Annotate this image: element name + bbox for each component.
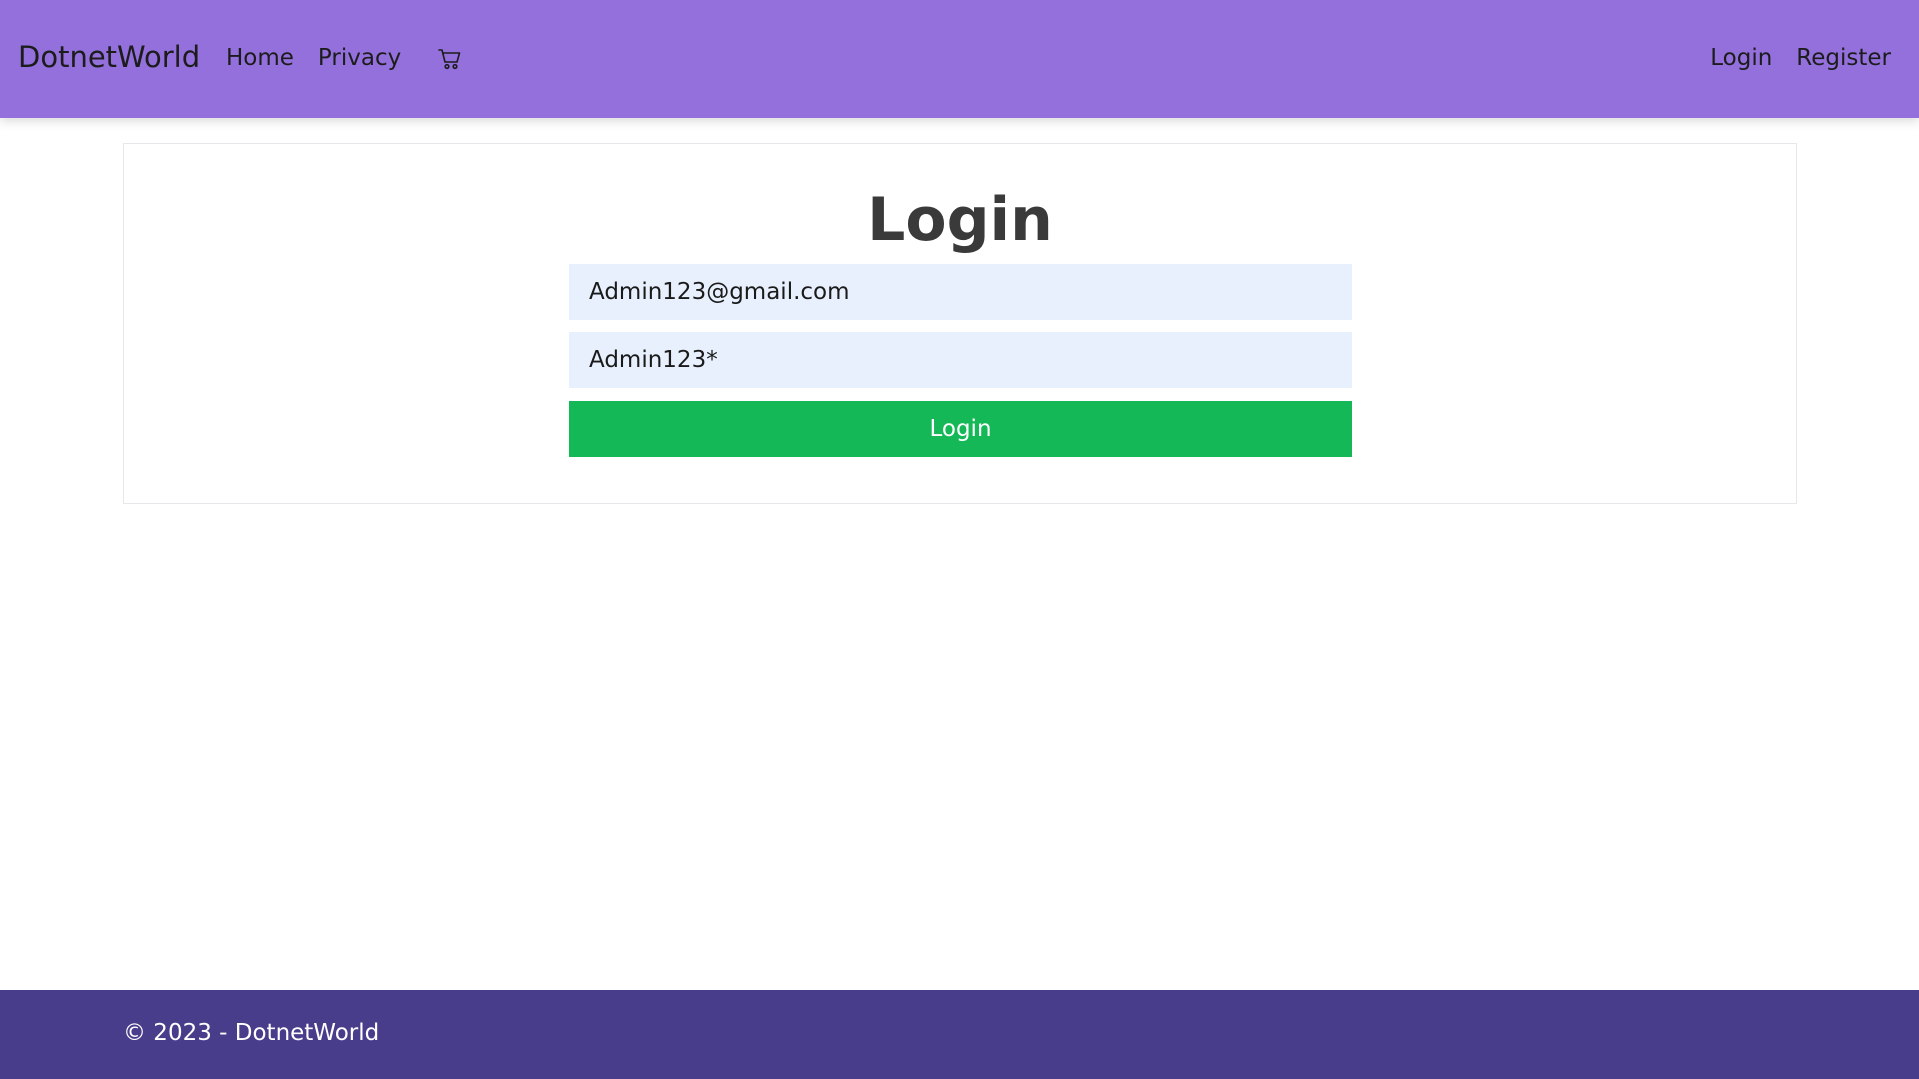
nav-privacy-link[interactable]: Privacy: [318, 45, 401, 73]
top-navbar: DotnetWorld Home Privacy Login Register: [0, 0, 1919, 118]
login-card: Login Login: [123, 143, 1797, 504]
email-field[interactable]: [569, 264, 1352, 320]
footer: © 2023 - DotnetWorld: [0, 990, 1919, 1079]
password-field[interactable]: [569, 332, 1352, 388]
page-title: Login: [867, 185, 1053, 255]
nav-home-link[interactable]: Home: [226, 45, 294, 73]
login-button[interactable]: Login: [569, 401, 1352, 457]
nav-account-links: Login Register: [1686, 45, 1891, 73]
cart-icon[interactable]: [437, 46, 463, 72]
brand-link[interactable]: DotnetWorld: [18, 40, 200, 75]
nav-links: Home Privacy: [226, 45, 463, 73]
nav-register-link[interactable]: Register: [1796, 45, 1891, 73]
footer-copyright: © 2023 - DotnetWorld: [123, 1020, 380, 1046]
nav-login-link[interactable]: Login: [1710, 45, 1772, 73]
